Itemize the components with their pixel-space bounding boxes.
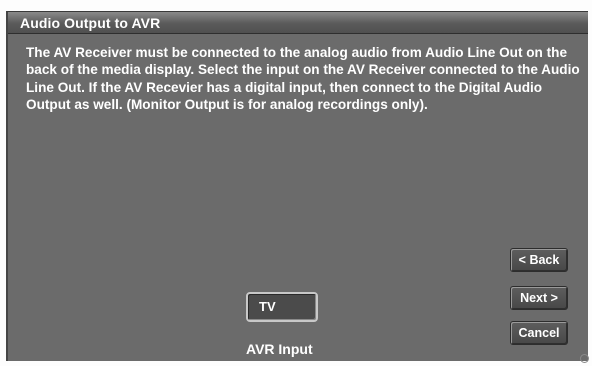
avr-input-select[interactable]: TV — [246, 292, 318, 322]
title-bar: Audio Output to AVR — [8, 12, 588, 34]
back-button[interactable]: < Back — [510, 248, 568, 272]
dialog-title: Audio Output to AVR — [20, 15, 161, 31]
next-button[interactable]: Next > — [510, 286, 568, 310]
instructions-text: The AV Receiver must be connected to the… — [26, 45, 580, 112]
setup-dialog: Audio Output to AVR The AV Receiver must… — [6, 11, 588, 361]
registered-mark-icon — [580, 354, 589, 363]
cancel-button[interactable]: Cancel — [510, 321, 568, 345]
avr-input-label: AVR Input — [246, 341, 313, 357]
